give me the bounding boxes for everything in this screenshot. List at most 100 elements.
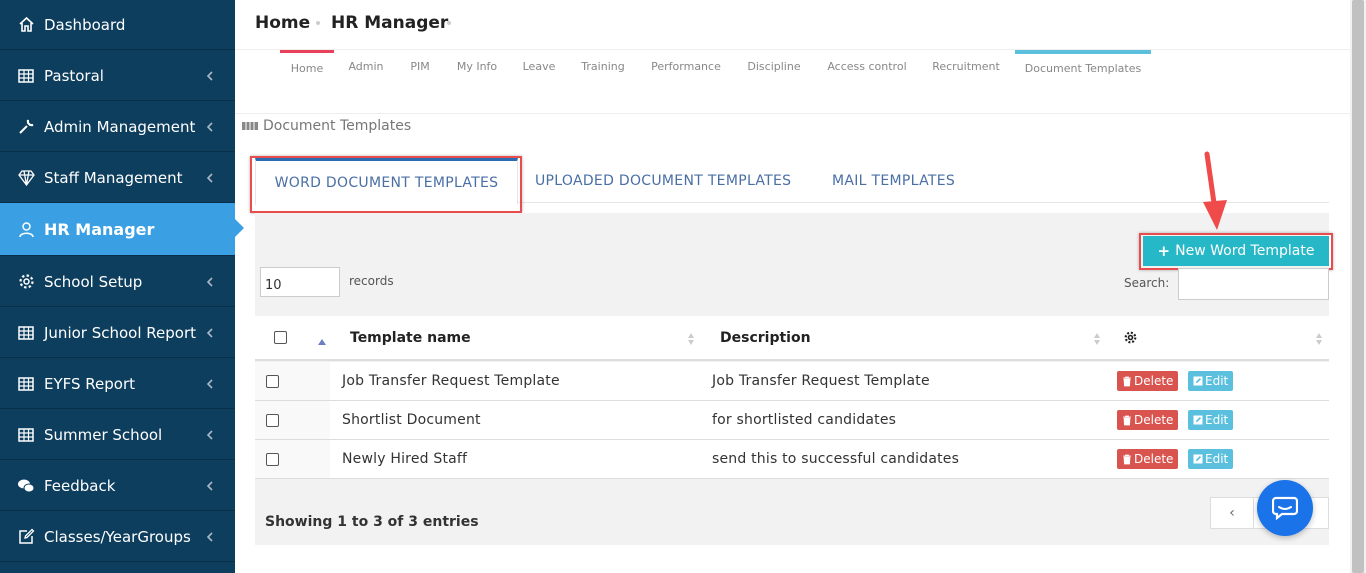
entries-info: Showing 1 to 3 of 3 entries <box>265 514 479 530</box>
wrench-icon <box>17 118 35 136</box>
chevron-left-icon <box>203 274 217 288</box>
sidebar-item-label: Feedback <box>44 476 116 495</box>
edit-icon <box>17 528 35 546</box>
row-checkbox[interactable] <box>266 453 279 466</box>
chevron-left-icon <box>203 529 217 543</box>
trash-icon <box>1123 376 1131 386</box>
chat-bubbles-icon <box>17 477 35 495</box>
breadcrumb-home[interactable]: Home <box>255 13 310 33</box>
table-icon <box>17 375 35 393</box>
table-icon <box>17 324 35 342</box>
sidebar-item-classes-yeargroups[interactable]: Classes/YearGroups <box>0 512 235 562</box>
highlight-box <box>250 156 522 213</box>
tab-leave[interactable]: Leave <box>519 50 559 90</box>
sort-asc-icon[interactable] <box>317 331 326 345</box>
sidebar-item-hr-manager[interactable]: HR Manager <box>0 203 244 256</box>
ticket-icon <box>241 120 259 132</box>
delete-label: Delete <box>1134 413 1174 427</box>
chevron-left-icon <box>203 325 217 339</box>
edit-icon <box>1193 454 1203 464</box>
tab-label: My Info <box>456 60 498 73</box>
sort-icon[interactable] <box>687 331 695 345</box>
tab-my-info[interactable]: My Info <box>454 50 500 90</box>
tab-performance[interactable]: Performance <box>649 50 723 90</box>
trash-icon <box>1123 415 1131 425</box>
gear-icon <box>1124 331 1137 348</box>
diamond-icon <box>17 169 35 187</box>
edit-button[interactable]: Edit <box>1188 449 1234 469</box>
chevron-left-icon <box>203 376 217 390</box>
tab-recruitment[interactable]: Recruitment <box>931 50 1001 90</box>
edit-button[interactable]: Edit <box>1188 410 1234 430</box>
tab-label: Training <box>581 60 625 73</box>
chat-icon <box>1272 496 1298 520</box>
sidebar-item-label: Staff Management <box>44 168 183 187</box>
highlight-box <box>1139 233 1333 270</box>
sort-icon[interactable] <box>1093 331 1101 345</box>
tab-training[interactable]: Training <box>578 50 628 90</box>
delete-button[interactable]: Delete <box>1117 371 1179 391</box>
sidebar-item-dashboard[interactable]: Dashboard <box>0 0 235 50</box>
table-icon <box>17 426 35 444</box>
table-row: Newly Hired Staff send this to successfu… <box>255 440 1329 479</box>
tab-label: Leave <box>522 60 556 73</box>
chevron-left-icon <box>203 170 217 184</box>
pagination-previous-button[interactable]: ‹ <box>1210 497 1254 529</box>
tab-label: Document Templates <box>1024 62 1142 75</box>
tab-mail-templates[interactable]: MAIL TEMPLATES <box>832 158 955 203</box>
scrollbar-thumb[interactable] <box>1352 0 1364 573</box>
edit-label: Edit <box>1205 452 1229 466</box>
sidebar-item-school-setup[interactable]: School Setup <box>0 257 235 307</box>
edit-icon <box>1193 415 1203 425</box>
breadcrumb-separator <box>316 21 320 25</box>
records-per-page-input[interactable] <box>260 267 340 297</box>
sort-icon[interactable] <box>1315 331 1323 345</box>
row-checkbox[interactable] <box>266 414 279 427</box>
column-header-template-name[interactable]: Template name <box>350 330 471 346</box>
edit-button[interactable]: Edit <box>1188 371 1234 391</box>
tab-access-control[interactable]: Access control <box>825 50 909 90</box>
gear-icon <box>17 273 35 291</box>
sidebar-item-admin-management[interactable]: Admin Management <box>0 102 235 152</box>
sidebar-item-feedback[interactable]: Feedback <box>0 461 235 511</box>
template-description: for shortlisted candidates <box>712 412 897 428</box>
template-description: Job Transfer Request Template <box>712 373 930 389</box>
tab-discipline[interactable]: Discipline <box>745 50 803 90</box>
sidebar-item-label: Pastoral <box>44 66 104 85</box>
home-icon <box>17 16 35 34</box>
tab-pim[interactable]: PIM <box>404 50 436 90</box>
tab-home[interactable]: Home <box>280 50 334 90</box>
tab-uploaded-document-templates[interactable]: UPLOADED DOCUMENT TEMPLATES <box>535 158 791 203</box>
search-input[interactable] <box>1178 268 1329 300</box>
sidebar-item-label: School Setup <box>44 272 143 291</box>
template-name: Shortlist Document <box>342 412 481 428</box>
records-label: records <box>349 274 394 288</box>
row-checkbox[interactable] <box>266 375 279 388</box>
tab-label: Admin <box>348 60 384 73</box>
tab-admin[interactable]: Admin <box>343 50 389 90</box>
tab-document-templates[interactable]: Document Templates <box>1015 50 1151 90</box>
sidebar-item-staff-management[interactable]: Staff Management <box>0 153 235 203</box>
annotation-arrow-icon <box>1203 151 1227 230</box>
delete-button[interactable]: Delete <box>1117 449 1179 469</box>
select-all-checkbox[interactable] <box>274 331 287 344</box>
sidebar-item-pastoral[interactable]: Pastoral <box>0 51 235 101</box>
sidebar-item-label: HR Manager <box>44 219 155 239</box>
sidebar-item-eyfs-report[interactable]: EYFS Report <box>0 359 235 409</box>
hr-nav-tabs: Home Admin PIM My Info Leave Training Pe… <box>235 50 1350 114</box>
sidebar-item-label: Junior School Report <box>44 323 197 342</box>
tab-label: Access control <box>827 60 907 73</box>
edit-label: Edit <box>1205 374 1229 388</box>
chat-widget-button[interactable] <box>1257 480 1313 536</box>
user-icon <box>17 220 35 238</box>
edit-label: Edit <box>1205 413 1229 427</box>
sidebar-item-junior-school-report[interactable]: Junior School Report <box>0 308 235 358</box>
delete-button[interactable]: Delete <box>1117 410 1179 430</box>
sidebar: Dashboard Pastoral Admin Management Staf… <box>0 0 244 573</box>
sidebar-item-label: Classes/YearGroups <box>44 527 191 546</box>
sidebar-item-summer-school[interactable]: Summer School <box>0 410 235 460</box>
chevron-left-icon: ‹ <box>1229 505 1235 521</box>
column-header-description[interactable]: Description <box>720 330 811 346</box>
tab-label: Performance <box>651 60 721 73</box>
tab-active-indicator <box>1015 50 1151 54</box>
